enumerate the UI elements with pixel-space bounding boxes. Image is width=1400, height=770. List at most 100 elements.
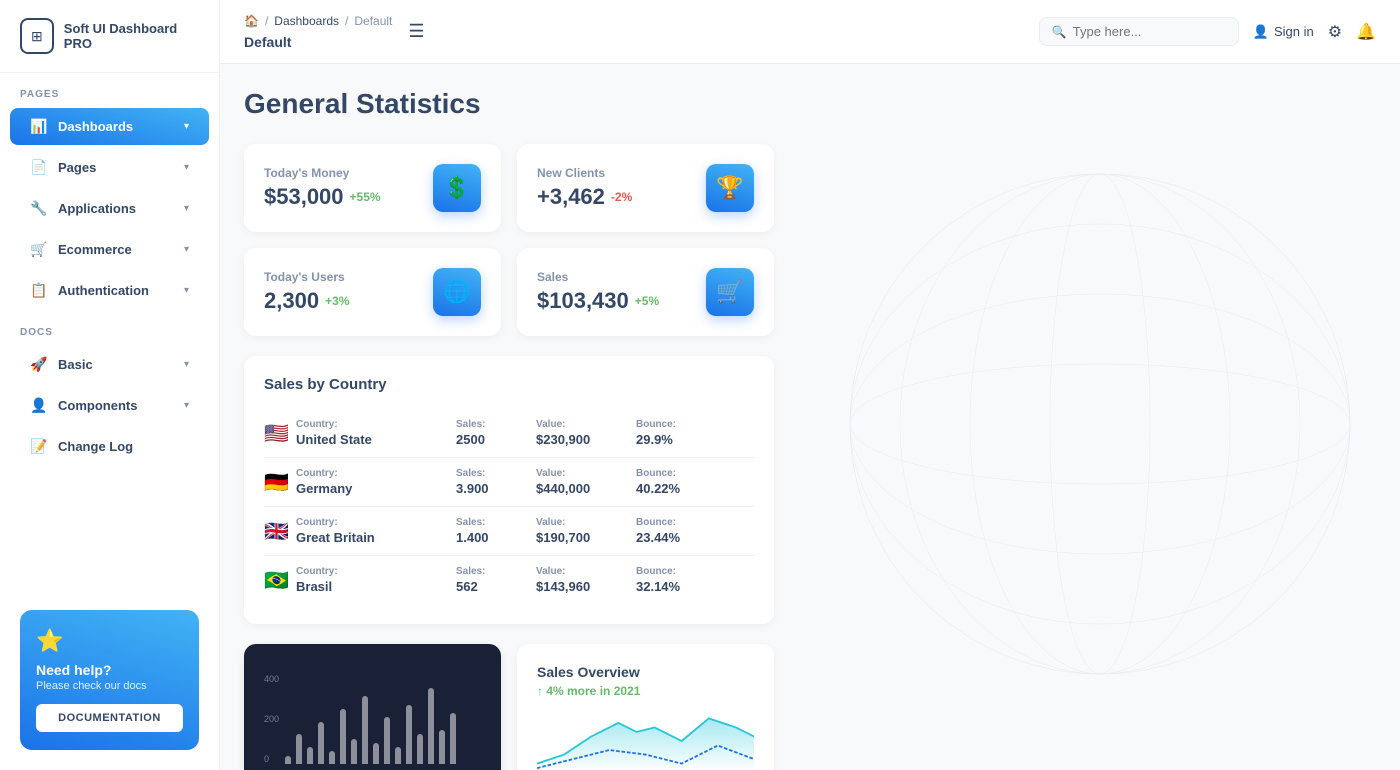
bar bbox=[384, 717, 390, 764]
value-val-de: $440,000 bbox=[536, 481, 636, 496]
y-label-400: 400 bbox=[264, 674, 279, 684]
notifications-icon[interactable]: 🔔 bbox=[1356, 22, 1376, 42]
page-title: General Statistics bbox=[244, 88, 1376, 120]
sidebar-item-left-ecommerce: 🛒 Ecommerce bbox=[30, 241, 132, 258]
menu-icon[interactable]: ☰ bbox=[408, 21, 424, 42]
bounce-col-gb: Bounce: 23.44% bbox=[636, 517, 736, 545]
table-row: 🇬🇧 Country: Great Britain Sales: 1.400 V… bbox=[264, 507, 754, 556]
pages-section-label: PAGES bbox=[0, 73, 219, 106]
sales-col-de: Sales: 3.900 bbox=[456, 468, 536, 496]
help-star-icon: ⭐ bbox=[36, 628, 183, 654]
sidebar-item-left-pages: 📄 Pages bbox=[30, 159, 96, 176]
stat-icon-sales: 🛒 bbox=[706, 268, 754, 316]
stat-icon-users: 🌐 bbox=[433, 268, 481, 316]
country-col-gb: Country: Great Britain bbox=[296, 517, 456, 545]
value-col-br: Value: $143,960 bbox=[536, 566, 636, 594]
stat-number-clients: +3,462 bbox=[537, 184, 605, 210]
bar bbox=[329, 751, 335, 764]
changelog-label: Change Log bbox=[58, 439, 133, 454]
value-col-gb: Value: $190,700 bbox=[536, 517, 636, 545]
ecommerce-arrow: ▾ bbox=[184, 244, 189, 255]
value-val-br: $143,960 bbox=[536, 579, 636, 594]
sidebar-item-basic[interactable]: 🚀 Basic ▾ bbox=[10, 346, 209, 383]
bounce-col-us: Bounce: 29.9% bbox=[636, 419, 736, 447]
sidebar-item-left-auth: 📋 Authentication bbox=[30, 282, 149, 299]
applications-label: Applications bbox=[58, 201, 136, 216]
chart-inner: 400 200 0 bbox=[264, 674, 481, 764]
bounce-val-gb: 23.44% bbox=[636, 530, 736, 545]
bar bbox=[318, 722, 324, 765]
sales-label-br: Sales: bbox=[456, 566, 536, 577]
dashboards-arrow: ▾ bbox=[184, 121, 189, 132]
sales-value-us: 2500 bbox=[456, 432, 536, 447]
stat-card-users: Today's Users 2,300 +3% 🌐 bbox=[244, 248, 501, 336]
country-value-de: Germany bbox=[296, 481, 456, 496]
bar bbox=[450, 713, 456, 764]
topbar-left: 🏠 / Dashboards / Default Default ☰ bbox=[244, 14, 435, 50]
sales-by-country-title: Sales by Country bbox=[264, 376, 754, 393]
y-label-0: 0 bbox=[264, 754, 279, 764]
sidebar-item-components[interactable]: 👤 Components ▾ bbox=[10, 387, 209, 424]
basic-icon: 🚀 bbox=[30, 356, 48, 373]
sidebar-item-changelog[interactable]: 📝 Change Log bbox=[10, 428, 209, 465]
search-input[interactable] bbox=[1073, 24, 1226, 39]
sales-by-country-card: Sales by Country 🇺🇸 Country: United Stat… bbox=[244, 356, 774, 624]
sidebar-item-pages[interactable]: 📄 Pages ▾ bbox=[10, 149, 209, 186]
bar bbox=[296, 734, 302, 764]
documentation-button[interactable]: DOCUMENTATION bbox=[36, 704, 183, 732]
table-row: 🇧🇷 Country: Brasil Sales: 562 Value: $14… bbox=[264, 556, 754, 604]
sidebar-item-authentication[interactable]: 📋 Authentication ▾ bbox=[10, 272, 209, 309]
bounce-val-de: 40.22% bbox=[636, 481, 736, 496]
stat-change-sales: +5% bbox=[635, 294, 659, 308]
flag-us: 🇺🇸 bbox=[264, 421, 296, 446]
value-label-us: Value: bbox=[536, 419, 636, 430]
sales-value-br: 562 bbox=[456, 579, 536, 594]
sidebar-item-dashboards[interactable]: 📊 Dashboards ▾ bbox=[10, 108, 209, 145]
search-box[interactable]: 🔍 bbox=[1039, 17, 1239, 46]
stat-label-money: Today's Money bbox=[264, 166, 381, 180]
authentication-arrow: ▾ bbox=[184, 285, 189, 296]
stat-value-clients: +3,462 -2% bbox=[537, 184, 632, 210]
stat-value-sales: $103,430 +5% bbox=[537, 288, 659, 314]
country-col-br: Country: Brasil bbox=[296, 566, 456, 594]
sidebar-item-applications[interactable]: 🔧 Applications ▾ bbox=[10, 190, 209, 227]
settings-icon[interactable]: ⚙ bbox=[1328, 22, 1342, 42]
overview-chart bbox=[537, 706, 754, 770]
sidebar-help-box: ⭐ Need help? Please check our docs DOCUM… bbox=[20, 610, 199, 750]
signin-label: Sign in bbox=[1274, 24, 1314, 39]
country-value-br: Brasil bbox=[296, 579, 456, 594]
sales-label-gb: Sales: bbox=[456, 517, 536, 528]
sales-label-de: Sales: bbox=[456, 468, 536, 479]
applications-icon: 🔧 bbox=[30, 200, 48, 217]
breadcrumb-path: 🏠 / Dashboards / Default bbox=[244, 14, 392, 28]
stat-number-money: $53,000 bbox=[264, 184, 344, 210]
sidebar-item-left-components: 👤 Components bbox=[30, 397, 137, 414]
overview-title: Sales Overview bbox=[537, 664, 754, 680]
country-value-gb: Great Britain bbox=[296, 530, 456, 545]
main-area: 🏠 / Dashboards / Default Default ☰ 🔍 👤 S… bbox=[220, 0, 1400, 770]
breadcrumb-separator-2: / bbox=[345, 14, 348, 28]
bar bbox=[439, 730, 445, 764]
basic-arrow: ▾ bbox=[184, 359, 189, 370]
sidebar-item-left-applications: 🔧 Applications bbox=[30, 200, 136, 217]
bar bbox=[417, 734, 423, 764]
components-icon: 👤 bbox=[30, 397, 48, 414]
value-label-br: Value: bbox=[536, 566, 636, 577]
table-row: 🇩🇪 Country: Germany Sales: 3.900 Value: … bbox=[264, 458, 754, 507]
sales-col-br: Sales: 562 bbox=[456, 566, 536, 594]
stat-label-clients: New Clients bbox=[537, 166, 632, 180]
sales-value-de: 3.900 bbox=[456, 481, 536, 496]
signin-button[interactable]: 👤 Sign in bbox=[1253, 24, 1314, 40]
globe-decoration: // Generate dots for globe effect for(le… bbox=[800, 144, 1400, 704]
value-label-de: Value: bbox=[536, 468, 636, 479]
value-label-gb: Value: bbox=[536, 517, 636, 528]
sidebar-logo: ⊞ Soft UI Dashboard PRO bbox=[0, 0, 219, 73]
authentication-label: Authentication bbox=[58, 283, 149, 298]
docs-section-label: DOCS bbox=[0, 311, 219, 344]
sidebar-item-left-dashboards: 📊 Dashboards bbox=[30, 118, 133, 135]
sidebar-item-ecommerce[interactable]: 🛒 Ecommerce ▾ bbox=[10, 231, 209, 268]
breadcrumb-separator-1: / bbox=[265, 14, 268, 28]
breadcrumb-dashboards[interactable]: Dashboards bbox=[274, 14, 339, 28]
bar bbox=[428, 688, 434, 765]
search-icon: 🔍 bbox=[1052, 25, 1067, 39]
